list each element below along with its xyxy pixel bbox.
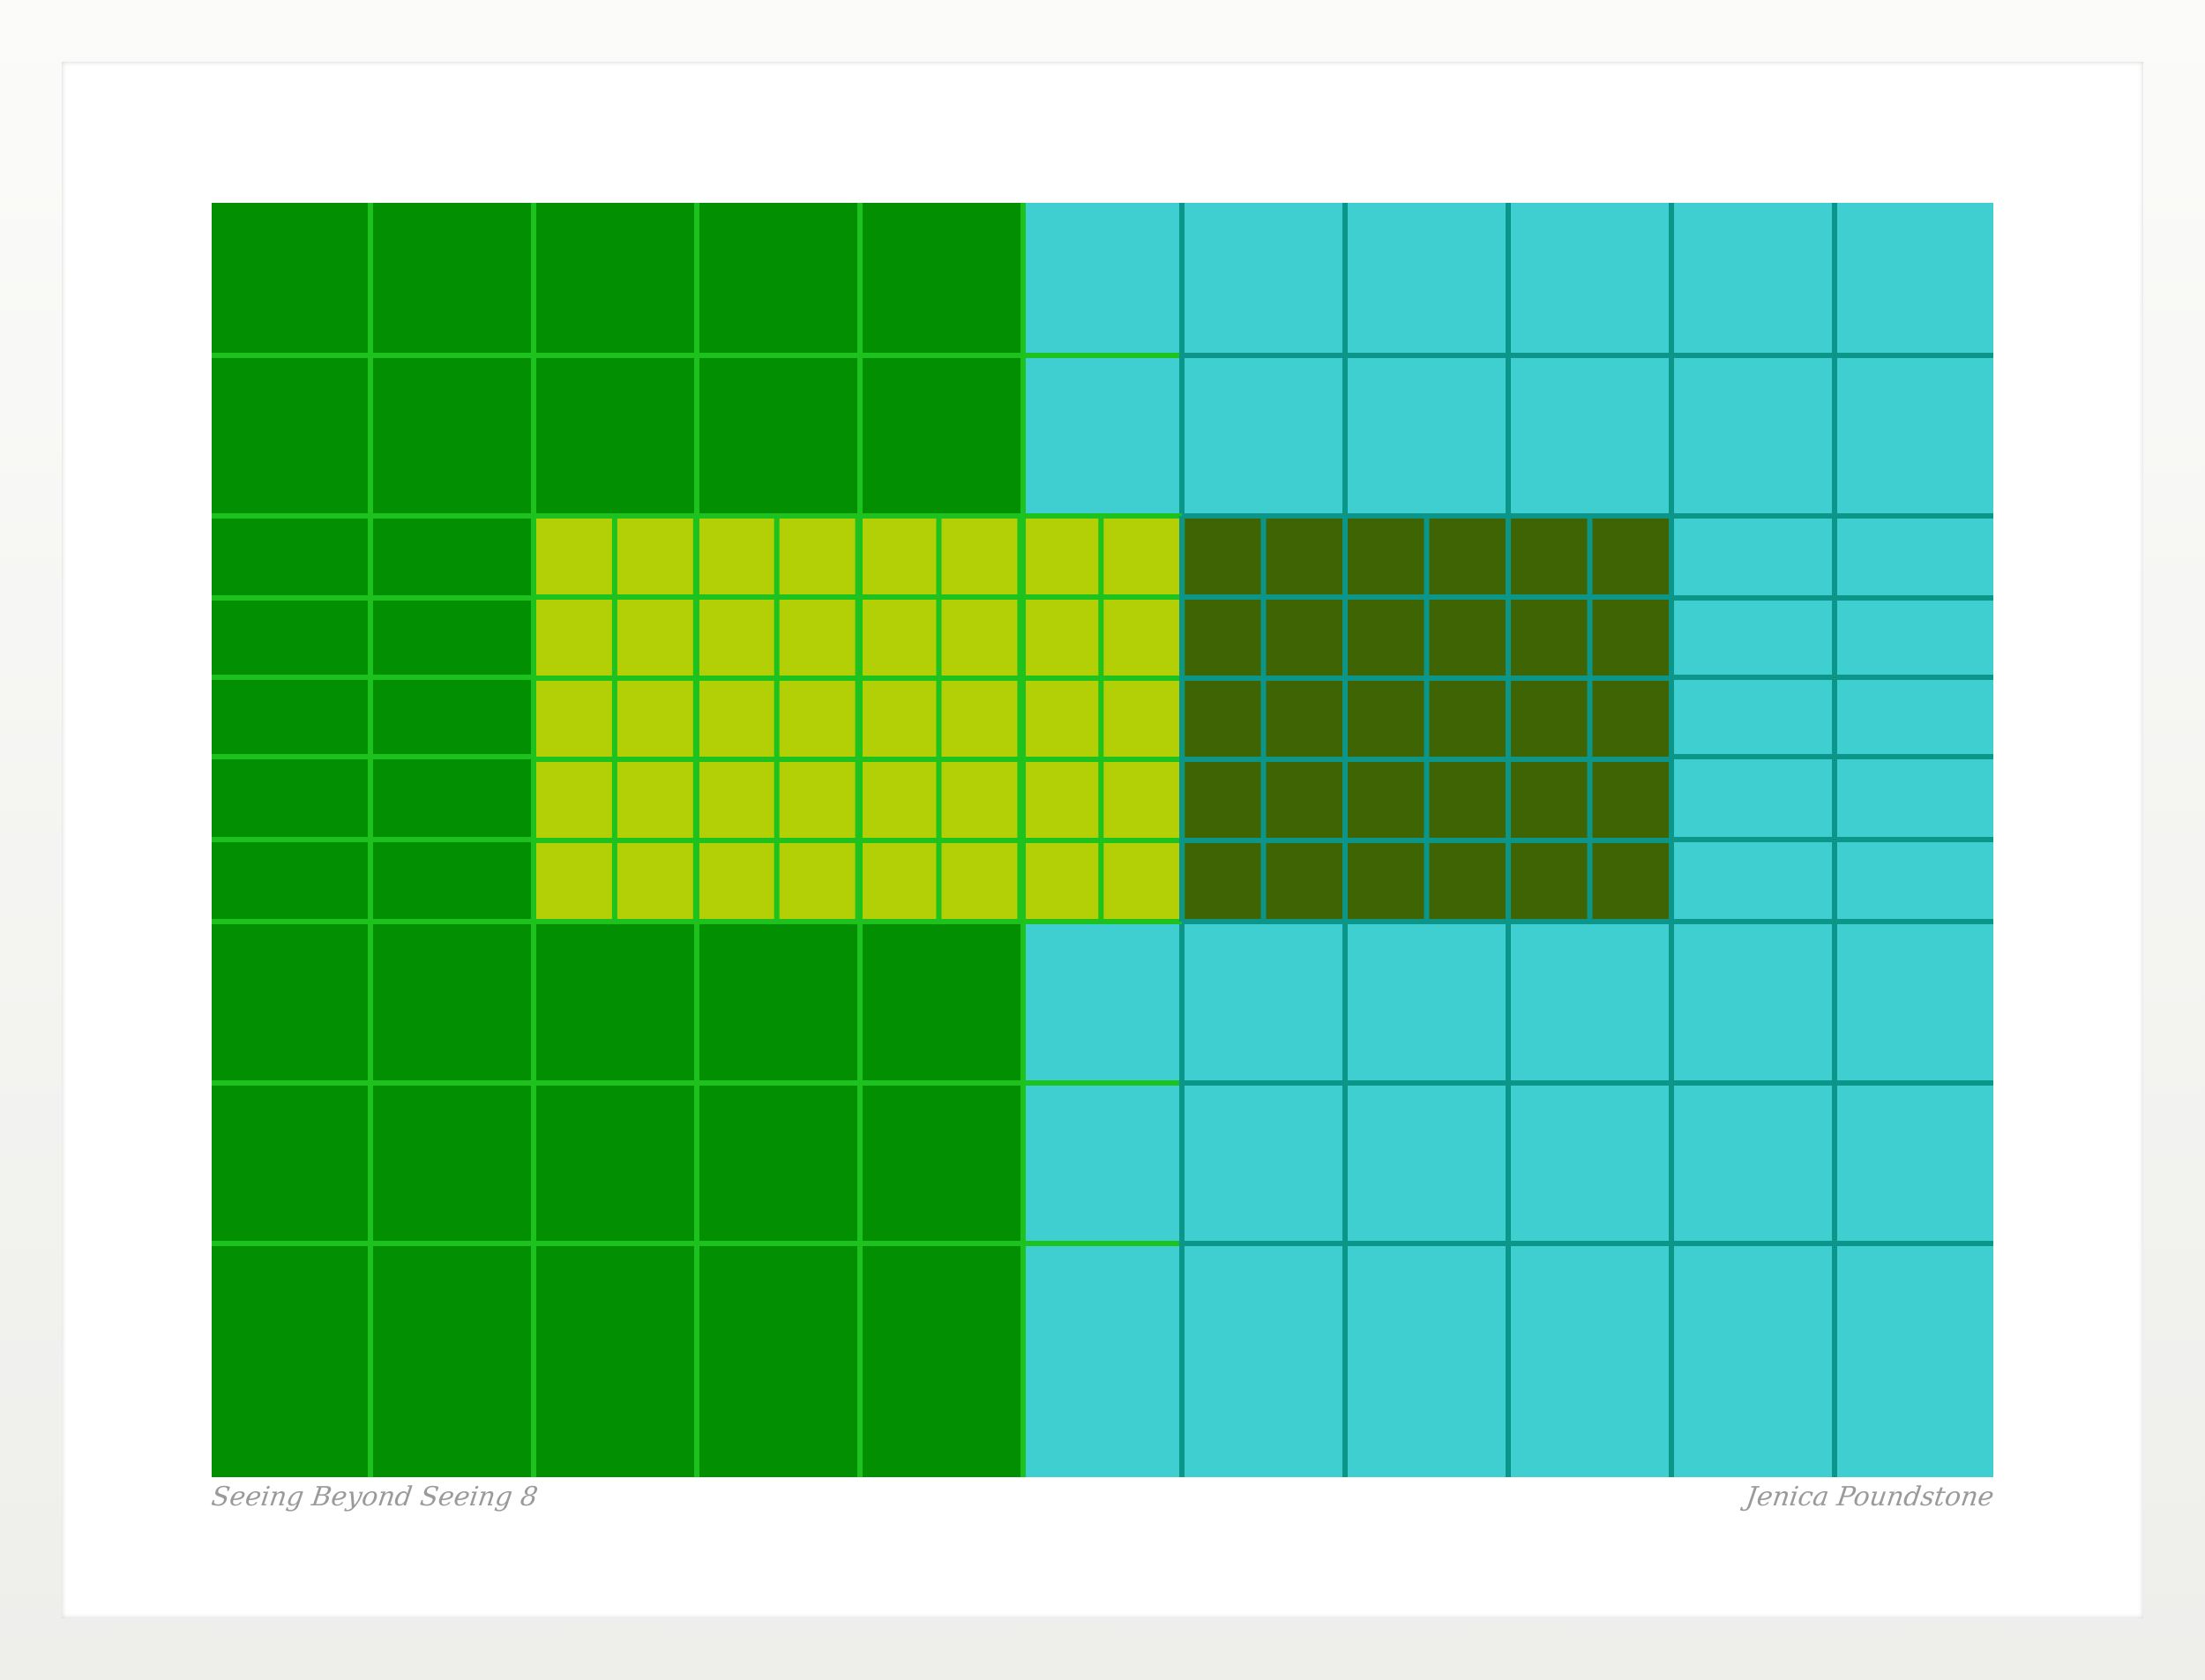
grid-line bbox=[534, 757, 1182, 762]
grid-line bbox=[1671, 837, 1993, 842]
grid-line bbox=[212, 754, 534, 759]
grid-line bbox=[212, 675, 534, 680]
grid-line bbox=[1182, 919, 1671, 924]
grid-line bbox=[1424, 516, 1430, 922]
grid-line bbox=[1017, 516, 1023, 922]
grid-line bbox=[1671, 675, 1993, 680]
grid-line bbox=[1023, 1080, 1182, 1086]
grid-line bbox=[1182, 838, 1671, 843]
grid-line bbox=[212, 595, 534, 601]
grid-line bbox=[1023, 353, 1182, 358]
grid-line bbox=[1587, 516, 1593, 922]
grid-line bbox=[534, 594, 1182, 600]
grid-line bbox=[534, 513, 1182, 519]
grid-artwork bbox=[212, 203, 1993, 1477]
picture-frame: Seeing Beyond Seeing 8 Jenica Poundstone bbox=[0, 0, 2205, 1680]
grid-line bbox=[1023, 1241, 1182, 1246]
grid-line bbox=[1182, 513, 1671, 519]
grid-line bbox=[531, 516, 536, 922]
grid-line bbox=[1671, 595, 1993, 601]
grid-line bbox=[1182, 676, 1671, 681]
grid-line bbox=[534, 919, 1182, 924]
grid-line bbox=[855, 516, 861, 922]
grid-line bbox=[936, 516, 942, 922]
grid-line bbox=[1506, 516, 1511, 922]
grid-line bbox=[1098, 516, 1104, 922]
grid-line bbox=[1182, 1080, 1993, 1086]
grid-line bbox=[1669, 516, 1674, 922]
grid-line bbox=[611, 516, 617, 922]
grid-line bbox=[534, 676, 1182, 681]
grid-line bbox=[534, 838, 1182, 843]
grid-line bbox=[212, 1241, 1023, 1246]
grid-line bbox=[1342, 516, 1348, 922]
grid-line bbox=[1260, 516, 1267, 922]
grid-line bbox=[1182, 1241, 1993, 1246]
artist-signature: Jenica Poundstone bbox=[1744, 1482, 1996, 1512]
grid-line bbox=[1182, 757, 1671, 762]
grid-line bbox=[774, 516, 780, 922]
grid-line bbox=[212, 1080, 1023, 1086]
grid-line bbox=[1182, 353, 1993, 358]
grid-line bbox=[212, 837, 534, 842]
artwork-title: Seeing Beyond Seeing 8 bbox=[209, 1482, 540, 1512]
grid-line bbox=[1182, 594, 1671, 600]
grid-line bbox=[1179, 516, 1185, 922]
grid-line bbox=[1671, 754, 1993, 759]
grid-line bbox=[212, 353, 1023, 358]
grid-line bbox=[692, 516, 699, 922]
